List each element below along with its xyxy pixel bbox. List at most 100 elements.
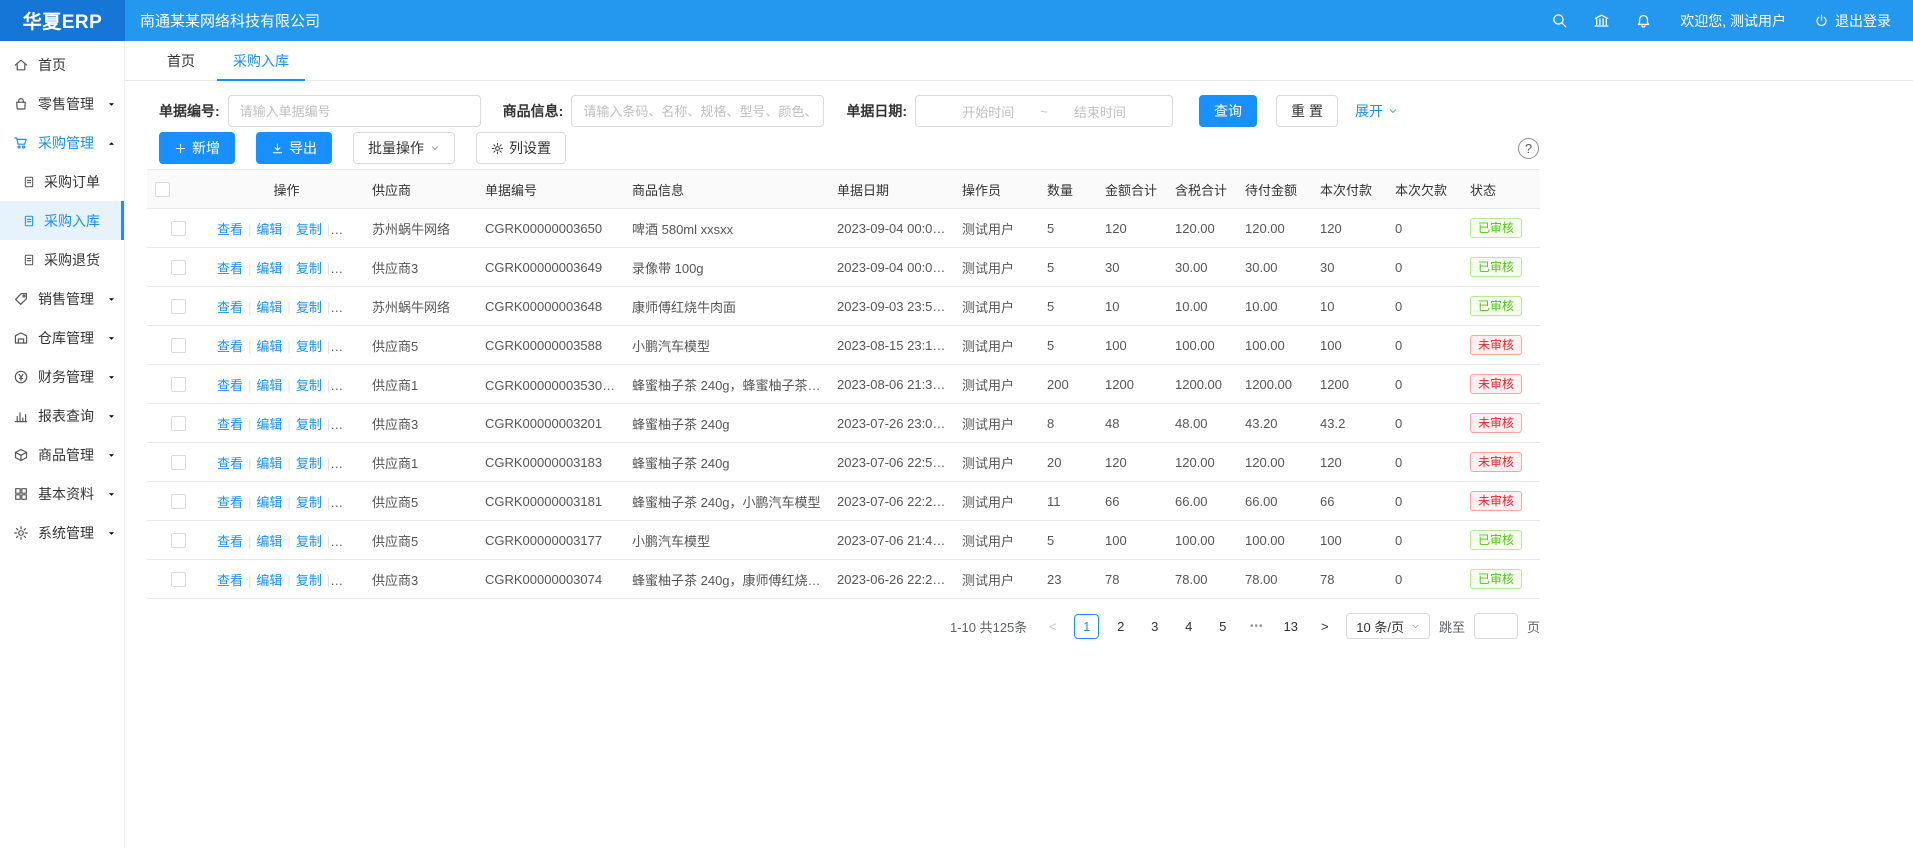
help-icon[interactable]: ? xyxy=(1518,138,1539,159)
sidebar-item-warehouse[interactable]: 仓库管理 xyxy=(0,318,124,357)
cell-product: 蜂蜜柚子茶 240g，蜂蜜柚子茶 240... xyxy=(624,365,829,404)
view-link[interactable]: 查看 xyxy=(217,378,243,393)
page-button-2[interactable]: 2 xyxy=(1108,614,1133,639)
row-checkbox[interactable] xyxy=(171,299,186,314)
sidebar-item-purchase-return[interactable]: 采购退货 xyxy=(0,240,124,279)
sidebar: 首页零售管理采购管理采购订单采购入库采购退货销售管理仓库管理财务管理报表查询商品… xyxy=(0,41,125,848)
column-settings-button[interactable]: 列设置 xyxy=(476,132,566,164)
page-size-select[interactable]: 10 条/页 xyxy=(1346,613,1430,639)
edit-link[interactable]: 编辑 xyxy=(256,378,282,393)
view-link[interactable]: 查看 xyxy=(217,534,243,549)
view-link[interactable]: 查看 xyxy=(217,456,243,471)
action-separator: | xyxy=(287,456,290,471)
sidebar-item-purchase-inbound[interactable]: 采购入库 xyxy=(0,201,124,240)
view-link[interactable]: 查看 xyxy=(217,573,243,588)
row-checkbox[interactable] xyxy=(171,260,186,275)
cell-status: 已审核 xyxy=(1462,209,1540,248)
cell-status: 已审核 xyxy=(1462,560,1540,599)
cell-amount-tax: 10.00 xyxy=(1167,287,1237,326)
row-checkbox[interactable] xyxy=(171,377,186,392)
reset-button[interactable]: 重置 xyxy=(1276,95,1338,127)
edit-link[interactable]: 编辑 xyxy=(256,534,282,549)
edit-link[interactable]: 编辑 xyxy=(256,222,282,237)
copy-link[interactable]: 复制 xyxy=(296,417,322,432)
sidebar-item-label: 报表查询 xyxy=(38,406,94,426)
page-button-13[interactable]: 13 xyxy=(1278,614,1303,639)
jump-to-input[interactable] xyxy=(1474,613,1518,639)
row-checkbox[interactable] xyxy=(171,338,186,353)
edit-link[interactable]: 编辑 xyxy=(256,456,282,471)
product-info-input[interactable] xyxy=(571,95,824,127)
logout-button[interactable]: 退出登录 xyxy=(1814,11,1891,31)
batch-actions-button[interactable]: 批量操作 xyxy=(353,132,455,164)
copy-link[interactable]: 复制 xyxy=(296,300,322,315)
bell-icon[interactable] xyxy=(1635,12,1652,29)
edit-link[interactable]: 编辑 xyxy=(256,573,282,588)
view-link[interactable]: 查看 xyxy=(217,261,243,276)
expand-toggle[interactable]: 展开 xyxy=(1355,101,1398,121)
copy-link[interactable]: 复制 xyxy=(296,261,322,276)
copy-link[interactable]: 复制 xyxy=(296,573,322,588)
copy-link[interactable]: 复制 xyxy=(296,378,322,393)
search-icon[interactable] xyxy=(1551,12,1568,29)
cell-bill-no: CGRK00000003074 xyxy=(477,560,624,599)
edit-link[interactable]: 编辑 xyxy=(256,417,282,432)
copy-link[interactable]: 复制 xyxy=(296,534,322,549)
search-button[interactable]: 查询 xyxy=(1199,95,1257,127)
row-checkbox[interactable] xyxy=(171,572,186,587)
edit-link[interactable]: 编辑 xyxy=(256,300,282,315)
date-range-picker[interactable]: 开始时间 ~ 结束时间 xyxy=(915,95,1173,127)
action-separator: | xyxy=(287,534,290,549)
row-checkbox[interactable] xyxy=(171,494,186,509)
sidebar-item-system[interactable]: 系统管理 xyxy=(0,513,124,552)
cell-supplier: 供应商5 xyxy=(364,326,477,365)
page-ellipsis[interactable]: ••• xyxy=(1244,614,1269,639)
app-logo[interactable]: 华夏ERP xyxy=(0,0,125,41)
edit-link[interactable]: 编辑 xyxy=(256,261,282,276)
cell-unpaid: 30.00 xyxy=(1237,248,1312,287)
edit-link[interactable]: 编辑 xyxy=(256,495,282,510)
copy-link[interactable]: 复制 xyxy=(296,495,322,510)
chevron-down-icon xyxy=(107,291,116,307)
page-button-3[interactable]: 3 xyxy=(1142,614,1167,639)
page-button-4[interactable]: 4 xyxy=(1176,614,1201,639)
cell-date: 2023-08-06 21:30:46 xyxy=(829,365,954,404)
page-button-5[interactable]: 5 xyxy=(1210,614,1235,639)
sidebar-item-home[interactable]: 首页 xyxy=(0,45,124,84)
view-link[interactable]: 查看 xyxy=(217,339,243,354)
copy-link[interactable]: 复制 xyxy=(296,222,322,237)
copy-link[interactable]: 复制 xyxy=(296,456,322,471)
sidebar-item-finance[interactable]: 财务管理 xyxy=(0,357,124,396)
sidebar-item-purchase[interactable]: 采购管理 xyxy=(0,123,124,162)
row-checkbox[interactable] xyxy=(171,416,186,431)
view-link[interactable]: 查看 xyxy=(217,222,243,237)
row-checkbox[interactable] xyxy=(171,533,186,548)
cell-supplier: 苏州蜗牛网络 xyxy=(364,287,477,326)
sidebar-item-report[interactable]: 报表查询 xyxy=(0,396,124,435)
tab-purchase-inbound[interactable]: 采购入库 xyxy=(217,41,305,80)
view-link[interactable]: 查看 xyxy=(217,495,243,510)
sidebar-item-sales[interactable]: 销售管理 xyxy=(0,279,124,318)
sidebar-item-basedata[interactable]: 基本资料 xyxy=(0,474,124,513)
copy-link[interactable]: 复制 xyxy=(296,339,322,354)
view-link[interactable]: 查看 xyxy=(217,300,243,315)
add-button[interactable]: 新增 xyxy=(159,132,235,164)
export-button[interactable]: 导出 xyxy=(256,132,332,164)
prev-page-button[interactable]: < xyxy=(1040,614,1065,639)
cell-amount: 10 xyxy=(1097,287,1167,326)
row-checkbox[interactable] xyxy=(171,455,186,470)
bill-no-input[interactable] xyxy=(228,95,481,127)
next-page-button[interactable]: > xyxy=(1312,614,1337,639)
tab-home[interactable]: 首页 xyxy=(151,41,211,80)
row-checkbox[interactable] xyxy=(171,221,186,236)
sidebar-item-purchase-order[interactable]: 采购订单 xyxy=(0,162,124,201)
page-button-1[interactable]: 1 xyxy=(1074,614,1099,639)
edit-link[interactable]: 编辑 xyxy=(256,339,282,354)
sidebar-item-goods[interactable]: 商品管理 xyxy=(0,435,124,474)
bank-icon[interactable] xyxy=(1593,12,1610,29)
cell-paid: 43.2 xyxy=(1312,404,1387,443)
view-link[interactable]: 查看 xyxy=(217,417,243,432)
sidebar-item-retail[interactable]: 零售管理 xyxy=(0,84,124,123)
cell-qty: 5 xyxy=(1039,248,1097,287)
select-all-checkbox[interactable] xyxy=(155,182,170,197)
